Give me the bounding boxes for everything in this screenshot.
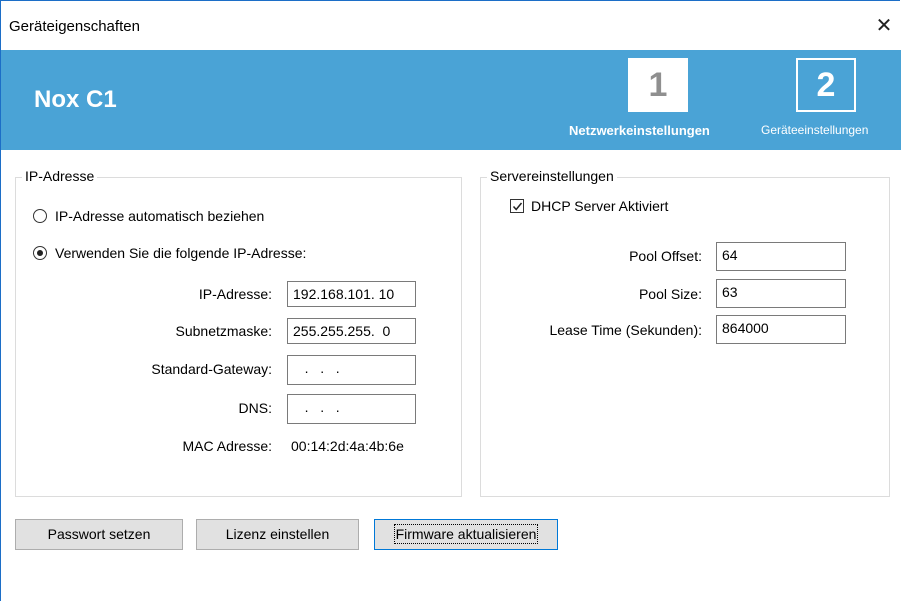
ip-address-field[interactable]: 192.168.101. 10	[287, 281, 416, 307]
radio-auto-ip[interactable]: IP-Adresse automatisch beziehen	[33, 208, 264, 224]
set-license-button[interactable]: Lizenz einstellen	[196, 519, 359, 550]
step-1-label[interactable]: Netzwerkeinstellungen	[569, 123, 710, 138]
set-password-button[interactable]: Passwort setzen	[15, 519, 183, 550]
checkmark-icon	[512, 202, 523, 211]
step-2-label[interactable]: Geräteeinstellungen	[761, 123, 868, 137]
dhcp-label[interactable]: DHCP Server Aktiviert	[531, 198, 668, 214]
dns-label: DNS:	[238, 400, 272, 416]
window-title: Geräteigenschaften	[9, 18, 140, 35]
lease-time-label: Lease Time (Sekunden):	[549, 322, 702, 338]
wizard-header: Nox C1 1 2 Netzwerkeinstellungen Gerätee…	[1, 50, 901, 150]
radio-auto-ip-button[interactable]	[33, 209, 47, 223]
subnet-mask-field[interactable]: 255.255.255. 0	[287, 318, 416, 344]
radio-auto-ip-label[interactable]: IP-Adresse automatisch beziehen	[55, 208, 264, 224]
server-group-legend: Servereinstellungen	[487, 168, 617, 184]
properties-dialog: Geräteigenschaften ✕ Nox C1 1 2 Netzwerk…	[0, 0, 901, 601]
ip-address-label: IP-Adresse:	[198, 286, 272, 302]
radio-manual-ip-label[interactable]: Verwenden Sie die folgende IP-Adresse:	[55, 245, 306, 261]
lease-time-field[interactable]: 864000	[716, 315, 846, 344]
mac-address-label: MAC Adresse:	[182, 438, 272, 454]
pool-offset-field[interactable]: 64	[716, 242, 846, 271]
set-password-label: Passwort setzen	[47, 526, 151, 542]
set-license-label: Lizenz einstellen	[225, 526, 330, 542]
close-icon[interactable]: ✕	[873, 15, 895, 37]
pool-size-field[interactable]: 63	[716, 279, 846, 308]
step-1-indicator[interactable]: 1	[628, 58, 688, 112]
dhcp-checkbox-row[interactable]: DHCP Server Aktiviert	[510, 198, 668, 214]
mac-address-value: 00:14:2d:4a:4b:6e	[291, 438, 404, 454]
gateway-field[interactable]: . . .	[287, 355, 416, 385]
pool-offset-label: Pool Offset:	[629, 248, 702, 264]
update-firmware-button[interactable]: Firmware aktualisieren	[374, 519, 558, 550]
device-name: Nox C1	[34, 86, 117, 113]
gateway-label: Standard-Gateway:	[151, 361, 272, 377]
title-bar: Geräteigenschaften ✕	[1, 1, 901, 49]
dhcp-checkbox[interactable]	[510, 199, 524, 213]
ip-group-legend: IP-Adresse	[22, 168, 98, 184]
radio-manual-ip-button[interactable]	[33, 246, 47, 260]
subnet-mask-label: Subnetzmaske:	[175, 323, 273, 339]
step-2-indicator[interactable]: 2	[796, 58, 856, 112]
dns-field[interactable]: . . .	[287, 394, 416, 424]
pool-size-label: Pool Size:	[638, 286, 702, 302]
radio-manual-ip[interactable]: Verwenden Sie die folgende IP-Adresse:	[33, 245, 306, 261]
update-firmware-label: Firmware aktualisieren	[393, 524, 539, 544]
